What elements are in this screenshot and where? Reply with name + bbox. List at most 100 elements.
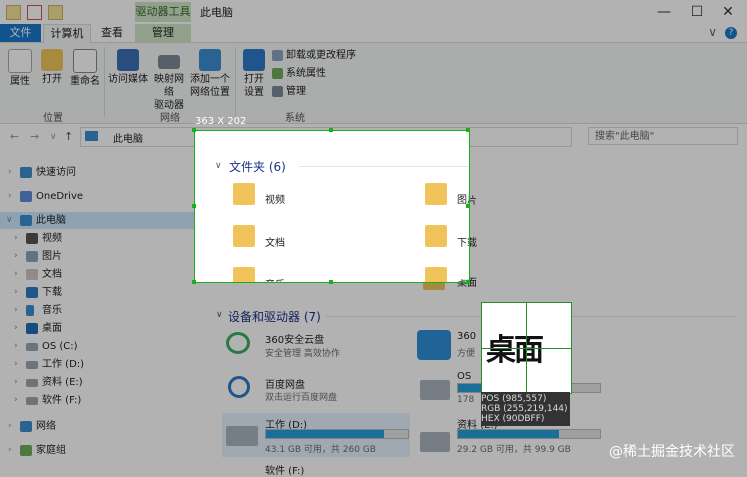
drive-software-f-name[interactable]: 软件 (F:) — [265, 462, 304, 477]
folder-icon — [425, 267, 447, 282]
folder-icon[interactable] — [48, 5, 63, 20]
sidebar-item-documents[interactable]: › 文档 — [0, 266, 208, 283]
collapse-ribbon-icon[interactable]: ∨ — [708, 25, 717, 39]
sidebar-item-onedrive[interactable]: › OneDrive — [0, 188, 208, 205]
sidebar-item-downloads[interactable]: › 下载 — [0, 284, 208, 301]
folder-music-label[interactable]: 音乐 — [265, 276, 285, 282]
sidebar-item-desktop[interactable]: › 桌面 — [0, 320, 208, 337]
system-properties-button[interactable]: 系统属性 — [272, 67, 326, 83]
add-network-location-button[interactable]: 添加一个 网络位置 — [190, 49, 230, 99]
sidebar-item-os-c[interactable]: › OS (C:) — [0, 338, 208, 355]
sidebar-item-pictures[interactable]: › 图片 — [0, 248, 208, 265]
resize-handle[interactable] — [192, 280, 196, 284]
resize-handle[interactable] — [192, 128, 196, 132]
tab-manage[interactable]: 管理 — [135, 24, 191, 42]
chevron-right-icon: › — [14, 395, 18, 405]
search-input[interactable]: 搜索"此电脑" — [588, 127, 738, 145]
chevron-down-icon: ∨ — [215, 161, 222, 171]
folder-downloads-label[interactable]: 下载 — [457, 234, 469, 249]
resize-handle[interactable] — [329, 280, 333, 284]
sidebar-item-music[interactable]: › 音乐 — [0, 302, 208, 319]
capture-magnifier: 桌面 — [481, 302, 572, 394]
resize-handle[interactable] — [466, 280, 470, 284]
device-360-b-name[interactable]: 360 — [457, 331, 476, 342]
chevron-right-icon: › — [14, 305, 18, 315]
devices-header[interactable]: 设备和驱动器 (7) — [228, 308, 321, 325]
navigation-pane: › 快速访问 › OneDrive ∨ 此电脑 › 视频 › 图片 › 文档 ›… — [0, 150, 208, 477]
tab-computer[interactable]: 计算机 — [43, 24, 91, 43]
drive-icon — [26, 379, 38, 387]
minimize-button[interactable]: — — [652, 2, 676, 22]
drive-icon — [420, 432, 450, 452]
watermark: @稀土掘金技术社区 — [609, 444, 735, 460]
sidebar-item-videos[interactable]: › 视频 — [0, 230, 208, 247]
sidebar-item-homegroup[interactable]: › 家庭组 — [0, 442, 208, 459]
resize-handle[interactable] — [466, 204, 470, 208]
device-baidu-name[interactable]: 百度网盘 — [265, 376, 305, 391]
cloud-icon — [20, 191, 32, 202]
chevron-right-icon: › — [14, 233, 18, 243]
resize-handle[interactable] — [192, 204, 196, 208]
media-icon — [117, 49, 139, 71]
resize-handle[interactable] — [466, 128, 470, 132]
network-icon — [20, 421, 32, 432]
chevron-right-icon: › — [14, 377, 18, 387]
help-icon[interactable]: ? — [725, 27, 737, 39]
chevron-right-icon: › — [8, 167, 12, 177]
device-360-cloud-name[interactable]: 360安全云盘 — [265, 331, 324, 346]
up-button[interactable]: ↑ — [64, 130, 73, 143]
address-path: 此电脑 — [113, 134, 143, 145]
drive-icon — [26, 343, 38, 351]
magnifier-text: 桌面 — [486, 333, 544, 368]
uninstall-icon — [272, 49, 283, 61]
gear-icon — [243, 49, 265, 71]
group-divider — [104, 47, 105, 117]
maximize-button[interactable]: ☐ — [685, 2, 709, 22]
sidebar-item-work-d[interactable]: › 工作 (D:) — [0, 356, 208, 373]
star-icon — [20, 167, 32, 178]
uninstall-programs-button[interactable]: 卸载或更改程序 — [272, 49, 356, 65]
folders-header[interactable]: 文件夹 (6) — [229, 158, 286, 175]
quick-access-toolbar — [6, 5, 69, 23]
resize-handle[interactable] — [329, 128, 333, 132]
folder-icon — [233, 225, 255, 247]
forward-button[interactable]: → — [30, 130, 39, 143]
tab-file[interactable]: 文件 — [0, 24, 41, 42]
section-divider — [299, 166, 469, 167]
sidebar-item-this-pc[interactable]: ∨ 此电脑 — [0, 212, 208, 229]
folder-documents-label[interactable]: 文档 — [265, 234, 285, 249]
sidebar-item-network[interactable]: › 网络 — [0, 418, 208, 435]
sidebar-item-data-e[interactable]: › 资料 (E:) — [0, 374, 208, 391]
ribbon: 属性 打开 重命名 位置 访问媒体 映射网络 驱动器 添加一个 网络位置 网络 … — [0, 43, 747, 124]
manage-button[interactable]: 管理 — [272, 85, 306, 101]
drive-os-c-name[interactable]: OS — [457, 371, 471, 382]
folder-videos-label[interactable]: 视频 — [265, 191, 285, 206]
chevron-down-icon: ∨ — [216, 310, 223, 320]
folder-icon[interactable] — [6, 5, 21, 20]
drive-icon — [26, 397, 38, 405]
download-icon — [26, 287, 38, 298]
rename-icon — [73, 49, 97, 73]
chevron-right-icon: › — [14, 251, 18, 261]
back-button[interactable]: ← — [10, 130, 19, 143]
open-settings-button[interactable]: 打开 设置 — [240, 49, 268, 99]
checkbox-icon[interactable] — [27, 5, 42, 20]
map-network-drive-button[interactable]: 映射网络 驱动器 — [150, 49, 188, 112]
manage-icon — [272, 85, 283, 97]
network-location-icon — [199, 49, 221, 71]
sidebar-item-quick-access[interactable]: › 快速访问 — [0, 164, 208, 181]
sidebar-item-software-f[interactable]: › 软件 (F:) — [0, 392, 208, 409]
recent-locations-button[interactable]: ∨ — [50, 132, 57, 142]
group-label-location: 位置 — [43, 113, 63, 124]
tab-view[interactable]: 查看 — [92, 24, 132, 42]
close-button[interactable]: ✕ — [716, 2, 740, 22]
drive-os-c-info: 178 — [457, 395, 475, 405]
rename-button[interactable]: 重命名 — [68, 49, 102, 88]
access-media-button[interactable]: 访问媒体 — [108, 49, 148, 86]
capture-selection[interactable]: ∨ 文件夹 (6) 视频 文档 音乐 图片 下载 桌面 — [194, 130, 470, 283]
drive-work-d-usage — [265, 429, 409, 439]
drive-icon — [420, 380, 450, 400]
properties-button[interactable]: 属性 — [6, 49, 34, 88]
network-drive-icon — [158, 55, 180, 69]
open-button[interactable]: 打开 — [38, 49, 66, 86]
